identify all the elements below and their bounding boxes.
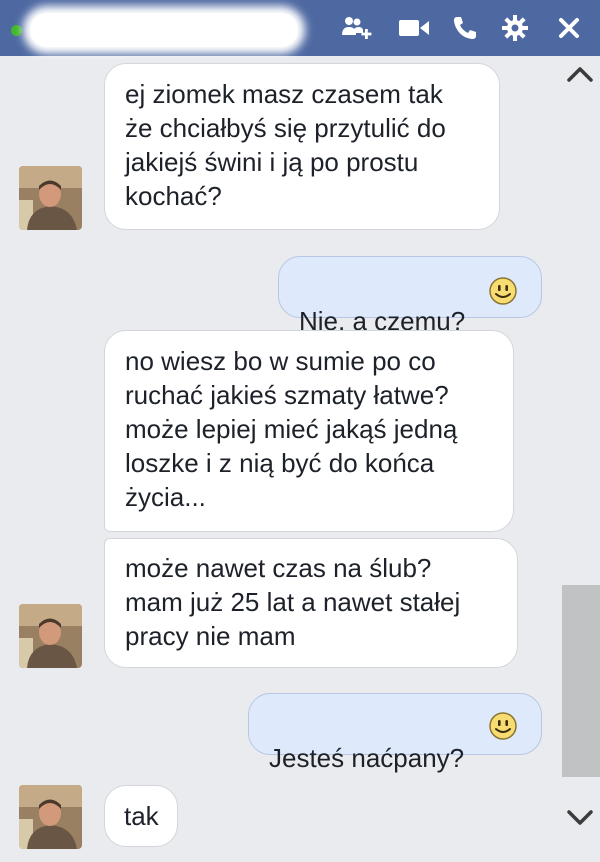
message-bubble-incoming: no wiesz bo w sumie po co ruchać jakieś … [104, 330, 514, 532]
voice-call-icon[interactable] [448, 12, 482, 44]
chat-titlebar [0, 0, 600, 56]
video-call-icon[interactable] [394, 12, 434, 44]
message-bubble-incoming: ej ziomek masz czasem tak że chciałbyś s… [104, 63, 500, 230]
settings-gear-icon[interactable] [498, 12, 532, 44]
contact-avatar[interactable] [19, 166, 82, 230]
close-icon[interactable] [552, 12, 586, 44]
contact-name-blurred[interactable] [30, 13, 298, 47]
add-people-icon[interactable] [338, 12, 376, 44]
message-text: Jesteś naćpany? [269, 743, 465, 773]
scrollbar-thumb[interactable] [562, 585, 600, 777]
smiley-emoji-icon [489, 277, 517, 305]
contact-avatar[interactable] [19, 604, 82, 668]
scroll-up-icon[interactable] [566, 64, 594, 84]
message-bubble-incoming: tak [104, 785, 178, 847]
online-status-dot [11, 25, 22, 36]
smiley-emoji-icon [489, 712, 517, 740]
message-bubble-incoming: może nawet czas na ślub? mam już 25 lat … [104, 538, 518, 668]
contact-avatar[interactable] [19, 785, 82, 849]
scroll-down-icon[interactable] [566, 808, 594, 828]
